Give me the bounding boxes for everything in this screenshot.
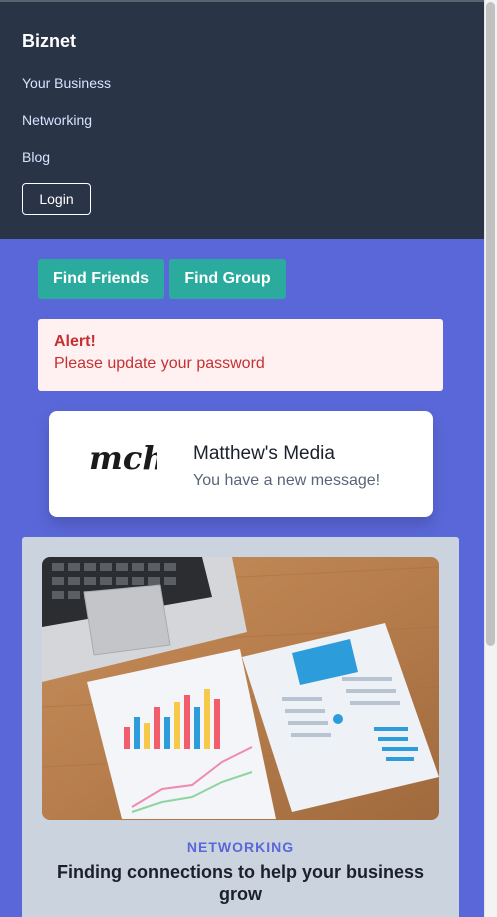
sender-name: Matthew's Media	[193, 443, 335, 464]
find-friends-button[interactable]: Find Friends	[38, 259, 164, 299]
brand-logo[interactable]: Biznet	[22, 31, 76, 52]
nav-link-your-business[interactable]: Your Business	[22, 75, 111, 91]
logo-text: mch	[89, 439, 157, 477]
blog-title[interactable]: Finding connections to help your busines…	[52, 861, 429, 905]
mch-logo-icon: mch	[89, 439, 157, 477]
login-button[interactable]: Login	[22, 183, 91, 215]
nav-link-networking[interactable]: Networking	[22, 112, 92, 128]
alert-title: Alert!	[54, 333, 96, 350]
blog-category[interactable]: NETWORKING	[22, 839, 459, 855]
scrollbar-thumb[interactable]	[486, 2, 495, 646]
alert-message: Please update your password	[54, 355, 265, 372]
message-notification-card[interactable]: mch Matthew's Media You have a new messa…	[49, 411, 433, 517]
find-group-button[interactable]: Find Group	[169, 259, 286, 299]
password-alert: Alert! Please update your password	[38, 319, 443, 391]
top-navbar: Biznet Your Business Networking Blog Log…	[0, 2, 484, 239]
blog-post-card[interactable]: NETWORKING Finding connections to help y…	[22, 537, 459, 917]
message-text: You have a new message!	[193, 472, 381, 489]
nav-link-blog[interactable]: Blog	[22, 149, 50, 165]
blog-image	[42, 557, 439, 820]
